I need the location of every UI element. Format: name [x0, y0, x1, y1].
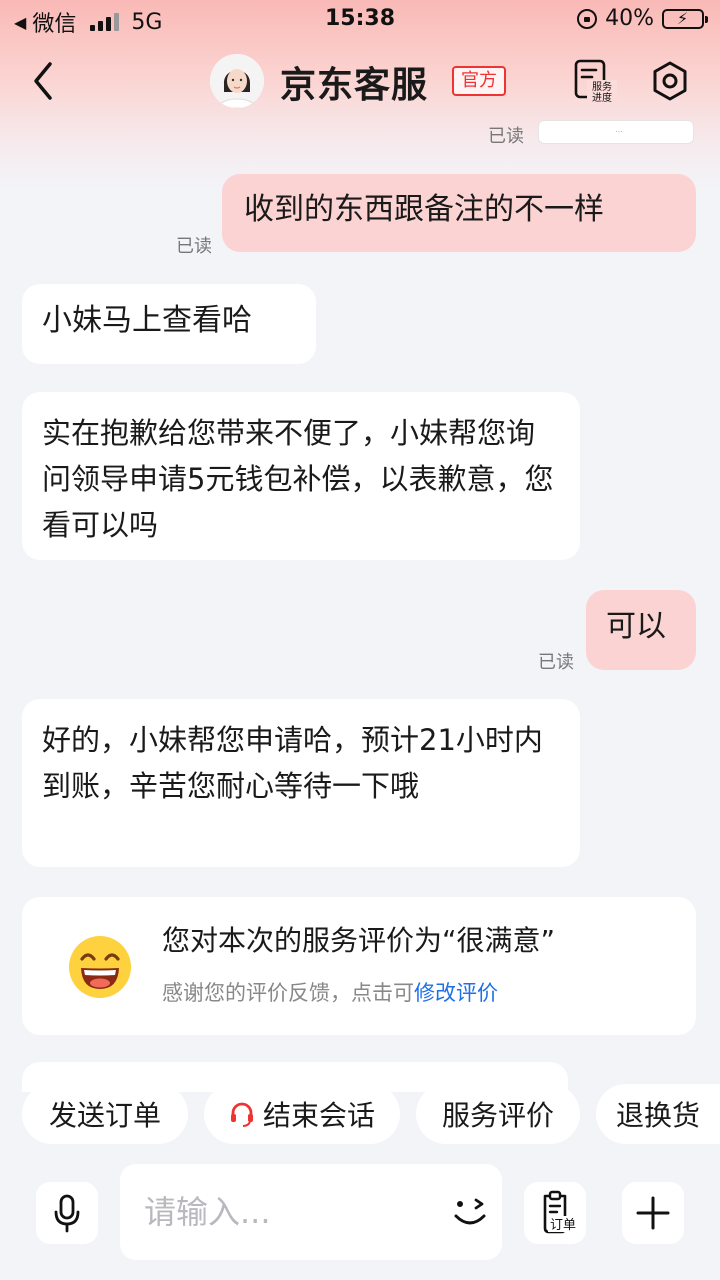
rating-thanks-text: 感谢您的评价反馈，点击可 [162, 981, 414, 1005]
microphone-icon [54, 1194, 80, 1233]
message-bubble-mine[interactable]: 收到的东西跟备注的不一样 [222, 174, 696, 252]
message-text: 实在抱歉给您带来不便了，小妹帮您询问领导申请5元钱包补偿，以表歉意，您看可以吗 [42, 416, 554, 542]
service-rating-card: 您对本次的服务评价为“很满意” 感谢您的评价反馈，点击可修改评价 [22, 897, 696, 1035]
charging-bolt-icon: ⚡ [677, 8, 689, 28]
previous-image-message[interactable]: … [538, 120, 694, 144]
voice-input-button[interactable] [36, 1182, 98, 1244]
message-bubble-mine[interactable]: 可以 [586, 590, 696, 670]
agent-portrait-icon [210, 54, 264, 108]
status-right: 40% ⚡ [577, 6, 708, 31]
hexagon-settings-icon [653, 61, 687, 101]
battery-percent: 40% [605, 6, 654, 31]
battery-icon: ⚡ [662, 8, 708, 29]
back-button[interactable] [26, 56, 66, 106]
message-text: 收到的东西跟备注的不一样 [244, 192, 604, 227]
quick-action-bar: 发送订单 结束会话 服务评价 退换货 [0, 1084, 720, 1146]
message-bubble-agent[interactable]: 小妹马上查看哈 [22, 284, 316, 364]
read-status: 已读 [176, 236, 212, 257]
input-bar: 订单 [0, 1146, 720, 1280]
service-rating-button[interactable]: 服务评价 [416, 1084, 580, 1144]
wink-face-icon [454, 1198, 486, 1225]
laughing-face-icon [68, 935, 132, 999]
rotation-lock-icon [577, 8, 598, 29]
chevron-left-icon [34, 62, 52, 100]
message-bubble-agent[interactable]: 实在抱歉给您带来不便了，小妹帮您询问领导申请5元钱包补偿，以表歉意，您看可以吗 [22, 392, 580, 560]
progress-label-line1: 服务 [592, 80, 612, 93]
clipboard-order-icon: 订单 [543, 1190, 576, 1234]
message-input[interactable] [120, 1164, 502, 1260]
order-button[interactable]: 订单 [524, 1182, 586, 1244]
page-title: 京东客服 [280, 65, 429, 106]
settings-button[interactable] [650, 60, 690, 102]
return-exchange-button[interactable]: 退换货 [596, 1084, 720, 1144]
message-text: 好的，小妹帮您申请哈，预计21小时内到账，辛苦您耐心等待一下哦 [42, 723, 543, 803]
order-button-label: 订单 [550, 1218, 576, 1233]
chat-header: 京东客服 官方 服务 进度 [0, 44, 720, 120]
chip-label: 服务评价 [441, 1099, 554, 1132]
official-badge: 官方 [452, 66, 506, 96]
service-progress-button[interactable]: 服务 进度 [572, 58, 618, 104]
chip-label: 结束会话 [262, 1099, 375, 1132]
read-status: 已读 [488, 126, 524, 147]
service-progress-icon: 服务 进度 [574, 59, 617, 104]
emoji-button[interactable] [448, 1192, 492, 1232]
headset-icon [230, 1102, 253, 1127]
rating-subtitle: 感谢您的评价反馈，点击可修改评价 [162, 977, 498, 1007]
thumbnail-text: … [615, 125, 623, 134]
end-session-button[interactable]: 结束会话 [204, 1084, 400, 1144]
plus-icon [636, 1196, 670, 1230]
more-button[interactable] [622, 1182, 684, 1244]
agent-avatar[interactable] [210, 54, 264, 108]
modify-rating-link[interactable]: 修改评价 [414, 981, 498, 1005]
rating-title: 您对本次的服务评价为“很满意” [162, 924, 556, 957]
send-order-button[interactable]: 发送订单 [22, 1084, 188, 1144]
status-bar: ◀ 微信 5G 15:38 40% ⚡ [0, 0, 720, 40]
read-status: 已读 [538, 652, 574, 673]
message-text: 小妹马上查看哈 [42, 303, 252, 338]
message-bubble-agent[interactable]: 好的，小妹帮您申请哈，预计21小时内到账，辛苦您耐心等待一下哦 [22, 699, 580, 867]
chip-label: 退换货 [616, 1099, 701, 1132]
message-text: 可以 [606, 609, 666, 644]
chip-label: 发送订单 [48, 1099, 161, 1132]
progress-label-line2: 进度 [592, 91, 612, 104]
